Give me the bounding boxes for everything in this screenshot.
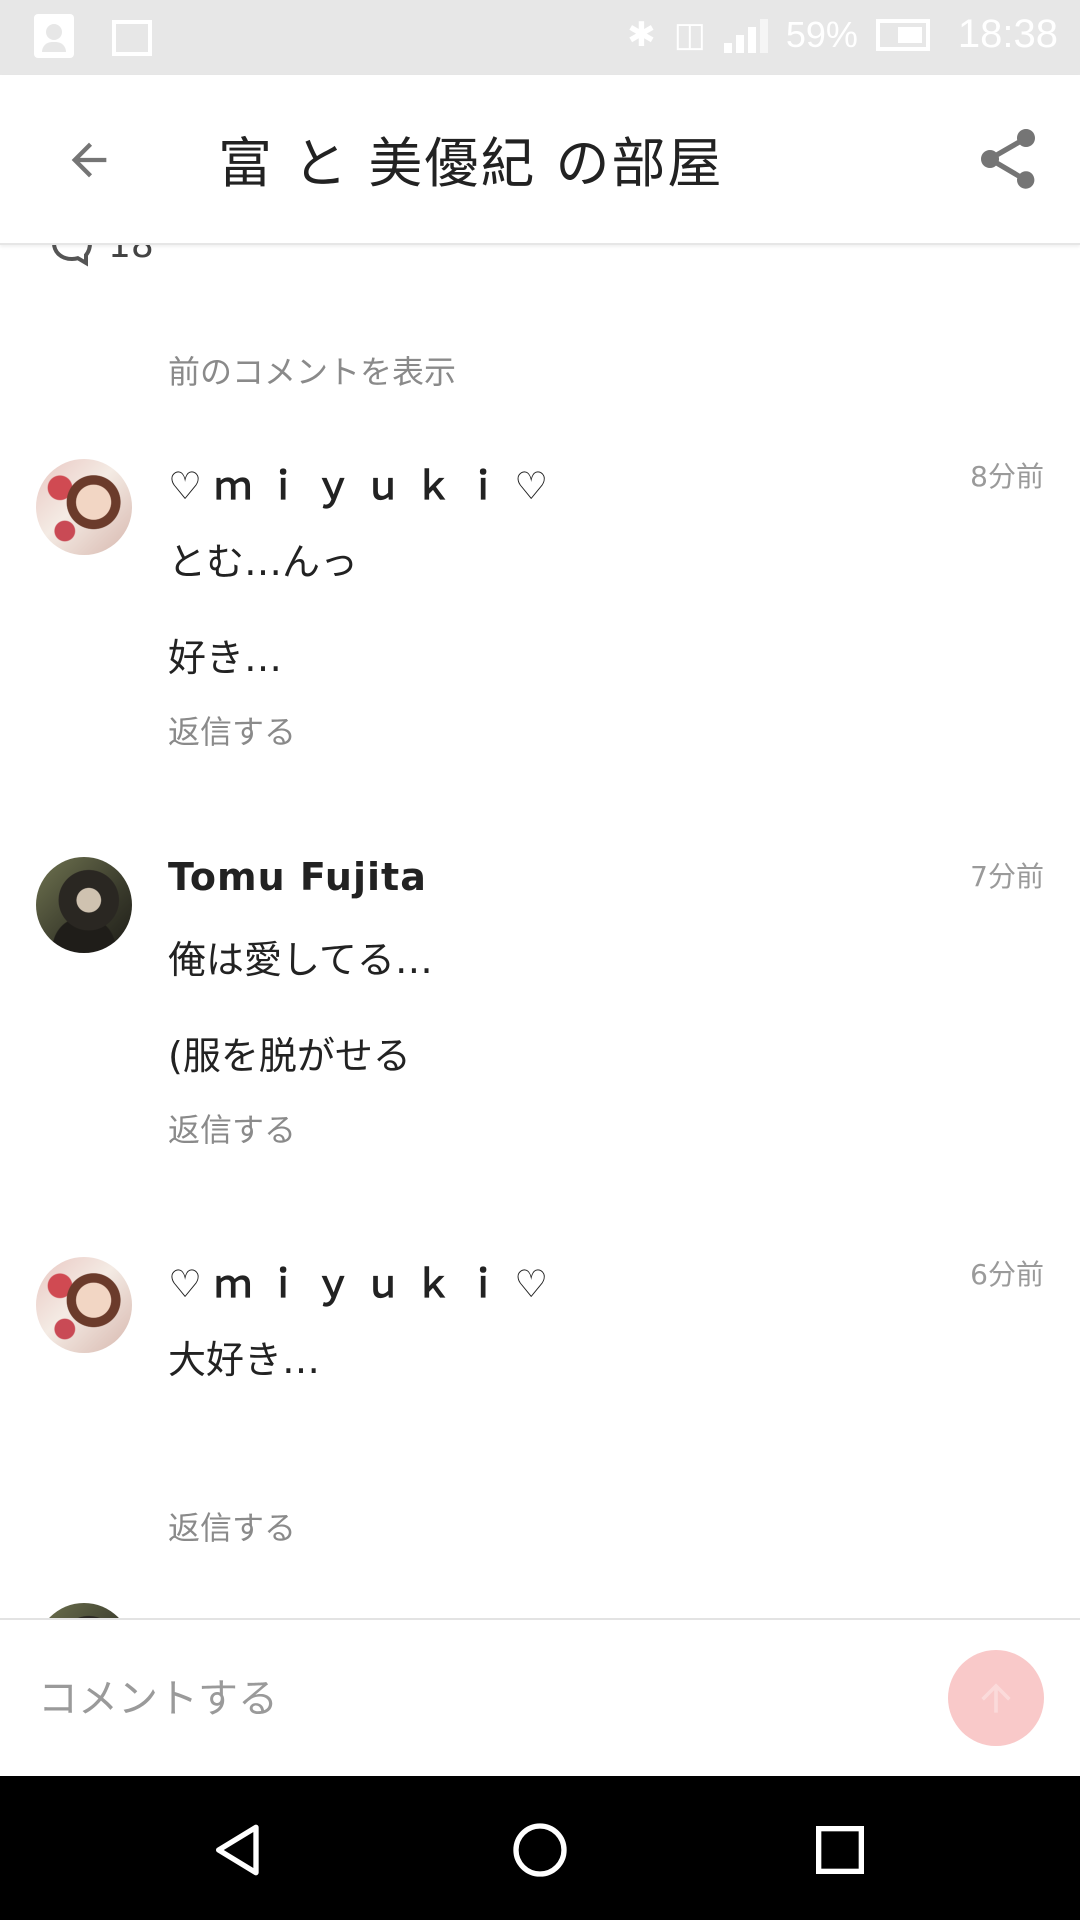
arrow-left-icon bbox=[71, 142, 107, 178]
nav-home-button[interactable] bbox=[498, 1808, 582, 1892]
comment-username[interactable]: Tomu Fujita bbox=[168, 855, 427, 899]
avatar[interactable] bbox=[36, 1257, 132, 1353]
battery-icon bbox=[875, 18, 930, 51]
mail-icon bbox=[112, 20, 152, 56]
reply-link[interactable]: 返信する bbox=[168, 707, 296, 753]
back-triangle-icon bbox=[216, 1824, 259, 1876]
comment-text-line: とむ…んっ bbox=[168, 540, 359, 584]
reply-link[interactable]: 返信する bbox=[168, 1503, 296, 1549]
arrow-up-icon bbox=[981, 1683, 1011, 1713]
status-right: ✱ ◫ 59% 18:38 bbox=[627, 12, 1058, 57]
comment-bubble-icon bbox=[51, 243, 93, 267]
reply-link[interactable]: 返信する bbox=[168, 1105, 296, 1151]
bluetooth-icon: ✱ bbox=[627, 14, 656, 55]
comment-text-line: 俺は愛してる… bbox=[168, 938, 433, 982]
comment-timestamp: 8分前 bbox=[970, 460, 1044, 493]
recents-square-icon bbox=[816, 1826, 864, 1874]
battery-percent: 59% bbox=[785, 13, 858, 55]
contacts-icon bbox=[34, 14, 74, 58]
comment-username[interactable]: ♡ｍｉｙｕｋｉ♡ bbox=[168, 455, 560, 510]
avatar[interactable] bbox=[36, 459, 132, 555]
comment-text-line: 大好き… bbox=[168, 1338, 321, 1382]
system-nav-bar bbox=[0, 1776, 1080, 1920]
comment-thread[interactable]: 18 前のコメントを表示 ♡ｍｉｙｕｋｉ♡ 8分前 とむ…んっ 好き… 返信する… bbox=[0, 243, 1080, 1618]
nav-recents-button[interactable] bbox=[798, 1808, 882, 1892]
comment-input[interactable] bbox=[36, 1658, 920, 1740]
comment-text-line: (服を脱がせる bbox=[168, 1034, 411, 1078]
show-previous-comments[interactable]: 前のコメントを表示 bbox=[168, 347, 456, 393]
comment-count: 18 bbox=[48, 243, 154, 269]
send-button[interactable] bbox=[948, 1650, 1044, 1746]
nfc-icon: ◫ bbox=[673, 14, 706, 55]
avatar[interactable] bbox=[36, 857, 132, 953]
share-button[interactable] bbox=[972, 123, 1044, 195]
status-bar: ✱ ◫ 59% 18:38 bbox=[0, 0, 1080, 75]
comment-count-value: 18 bbox=[108, 243, 154, 266]
status-left bbox=[34, 14, 152, 58]
comment-timestamp: 7分前 bbox=[970, 860, 1044, 893]
comment-timestamp: 6分前 bbox=[970, 1258, 1044, 1291]
page-title: 富 と 美優紀 の部屋 bbox=[218, 132, 724, 195]
status-time: 18:38 bbox=[957, 12, 1058, 56]
avatar[interactable] bbox=[36, 1603, 132, 1618]
app-bar: 富 と 美優紀 の部屋 bbox=[0, 75, 1080, 245]
share-icon bbox=[981, 129, 1035, 189]
signal-icon bbox=[723, 17, 768, 53]
nav-back-button[interactable] bbox=[198, 1808, 282, 1892]
comment-text-line: 好き… bbox=[168, 636, 283, 680]
home-circle-icon bbox=[513, 1823, 567, 1877]
back-button[interactable] bbox=[54, 125, 124, 195]
comment-username[interactable]: ♡ｍｉｙｕｋｉ♡ bbox=[168, 1253, 560, 1308]
comment-input-bar bbox=[0, 1618, 1080, 1778]
